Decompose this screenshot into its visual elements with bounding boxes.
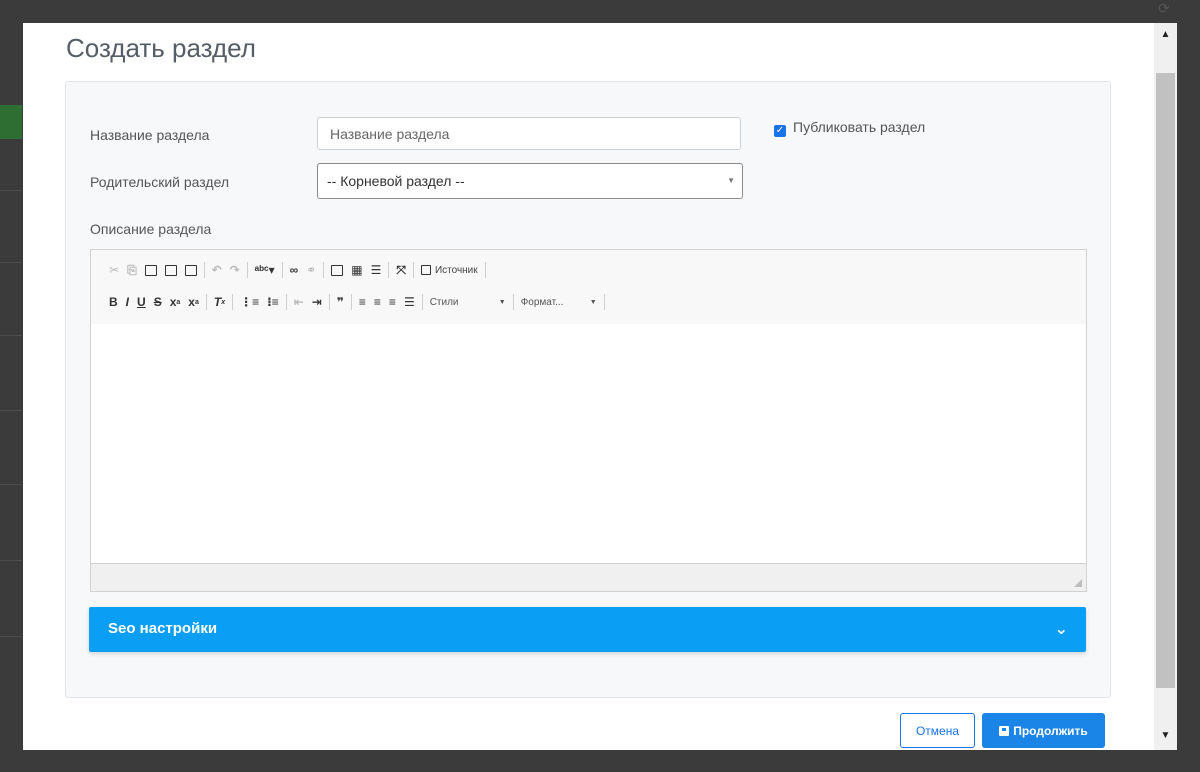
undo-icon[interactable]: ↶ — [208, 260, 226, 280]
publish-checkbox[interactable]: ✓ — [774, 125, 786, 137]
toolbar-separator — [323, 262, 325, 278]
bold-icon[interactable]: B — [105, 292, 122, 312]
toolbar-separator — [421, 294, 423, 310]
scroll-down-icon[interactable]: ▼ — [1154, 730, 1177, 744]
toolbar-separator — [512, 294, 514, 310]
publish-checkbox-wrap[interactable]: ✓ Публиковать раздел — [774, 119, 925, 137]
background-divider — [0, 636, 22, 637]
underline-icon[interactable]: U — [133, 292, 150, 312]
parent-section-label: Родительский раздел — [90, 174, 230, 190]
publish-label: Публиковать раздел — [793, 119, 926, 135]
source-label: Источник — [434, 264, 478, 276]
toolbar-separator — [281, 262, 283, 278]
align-justify-icon[interactable]: ☰ — [400, 292, 419, 312]
background-divider — [0, 560, 22, 561]
background-green-button — [0, 105, 22, 139]
toolbar-separator — [203, 262, 205, 278]
maximize-icon[interactable]: ⤧ — [392, 260, 410, 280]
scroll-up-icon[interactable]: ▲ — [1154, 29, 1177, 43]
chevron-down-icon: ⌄ — [1054, 621, 1068, 638]
format-dropdown[interactable]: Формат... ▼ — [517, 297, 601, 308]
unlink-icon[interactable]: ⚭ — [302, 260, 320, 280]
background-divider — [0, 190, 22, 191]
continue-button[interactable]: Продолжить — [982, 713, 1105, 748]
styles-dropdown[interactable]: Стили ▼ — [426, 297, 510, 308]
toolbar-separator — [328, 294, 330, 310]
toolbar-row-2: B I U S xa xa Tx ⋮≡ ⁝≡ ⇤ ⇥ ❞ ≡ ≡ ≡ ☰ Сти… — [105, 291, 608, 313]
source-icon — [420, 265, 431, 275]
superscript-icon[interactable]: xa — [184, 292, 203, 312]
background-divider — [0, 335, 22, 336]
editor-content-area[interactable] — [91, 324, 1086, 565]
scrollbar-thumb[interactable] — [1156, 73, 1175, 688]
format-label: Формат... — [520, 296, 564, 308]
spellcheck-icon[interactable]: ᵃᵇᶜ▾ — [251, 260, 279, 280]
toolbar-separator — [388, 262, 390, 278]
blockquote-icon[interactable]: ❞ — [333, 292, 348, 312]
cut-icon[interactable]: ✂ — [105, 260, 123, 280]
parent-section-value: -- Корневой раздел -- — [327, 173, 465, 189]
save-icon — [999, 725, 1010, 736]
copy-icon[interactable]: ⎘ — [123, 260, 141, 280]
align-right-icon[interactable]: ≡ — [385, 292, 400, 312]
modal-scrollbar[interactable]: ▲ ▼ — [1154, 23, 1177, 750]
continue-label: Продолжить — [1013, 723, 1088, 738]
redo-icon[interactable]: ↷ — [226, 260, 244, 280]
strikethrough-icon[interactable]: S — [150, 292, 166, 312]
section-name-input[interactable] — [317, 117, 741, 150]
subscript-icon[interactable]: xa — [166, 292, 185, 312]
toolbar-separator — [232, 294, 234, 310]
paste-text-icon[interactable] — [161, 260, 181, 280]
horizontal-rule-icon[interactable]: ☰ — [367, 260, 386, 280]
modal-title: Создать раздел — [66, 33, 256, 63]
indent-icon[interactable]: ⇥ — [308, 292, 326, 312]
cancel-button[interactable]: Отмена — [900, 713, 975, 748]
outdent-icon[interactable]: ⇤ — [290, 292, 308, 312]
toolbar-separator — [285, 294, 287, 310]
editor-toolbar: ✂ ⎘ ↶ ↷ ᵃᵇᶜ▾ ∞ ⚭ ▦ ☰ ⤧ Источник B I U S … — [91, 250, 1086, 325]
toolbar-separator — [205, 294, 207, 310]
link-icon[interactable]: ∞ — [286, 260, 303, 280]
numbered-list-icon[interactable]: ⋮≡ — [236, 292, 263, 312]
seo-settings-accordion[interactable]: Seo настройки ⌄ — [89, 607, 1086, 652]
source-button[interactable]: Источник — [417, 260, 482, 280]
resize-grip-icon[interactable] — [1074, 579, 1082, 587]
paste-icon[interactable] — [141, 260, 161, 280]
background-divider — [0, 262, 22, 263]
section-name-label: Название раздела — [90, 127, 210, 143]
parent-section-select[interactable]: -- Корневой раздел -- ▼ — [317, 163, 743, 199]
form-panel: Название раздела Родительский раздел -- … — [65, 81, 1111, 698]
caret-down-icon: ▼ — [589, 298, 597, 306]
remove-format-icon[interactable]: Tx — [210, 292, 229, 312]
caret-down-icon: ▼ — [498, 298, 506, 306]
toolbar-separator — [603, 294, 605, 310]
table-icon[interactable]: ▦ — [347, 260, 366, 280]
image-icon[interactable] — [327, 260, 347, 280]
background-divider — [0, 410, 22, 411]
caret-down-icon: ▼ — [727, 176, 735, 185]
description-label: Описание раздела — [90, 221, 212, 237]
toolbar-row-1: ✂ ⎘ ↶ ↷ ᵃᵇᶜ▾ ∞ ⚭ ▦ ☰ ⤧ Источник — [105, 259, 489, 281]
toolbar-separator — [350, 294, 352, 310]
seo-settings-label: Seo настройки — [108, 620, 218, 637]
toolbar-separator — [484, 262, 486, 278]
align-left-icon[interactable]: ≡ — [355, 292, 370, 312]
align-center-icon[interactable]: ≡ — [370, 292, 385, 312]
create-section-modal: Создать раздел Название раздела Родитель… — [23, 23, 1177, 750]
rich-text-editor: ✂ ⎘ ↶ ↷ ᵃᵇᶜ▾ ∞ ⚭ ▦ ☰ ⤧ Источник B I U S … — [90, 249, 1087, 592]
editor-status-bar — [91, 563, 1086, 591]
bullet-list-icon[interactable]: ⁝≡ — [263, 292, 283, 312]
toolbar-separator — [412, 262, 414, 278]
paste-word-icon[interactable] — [181, 260, 201, 280]
toolbar-separator — [246, 262, 248, 278]
styles-label: Стили — [429, 296, 459, 308]
italic-icon[interactable]: I — [122, 292, 133, 312]
background-divider — [0, 484, 22, 485]
refresh-icon: ⟳ — [1158, 0, 1170, 16]
